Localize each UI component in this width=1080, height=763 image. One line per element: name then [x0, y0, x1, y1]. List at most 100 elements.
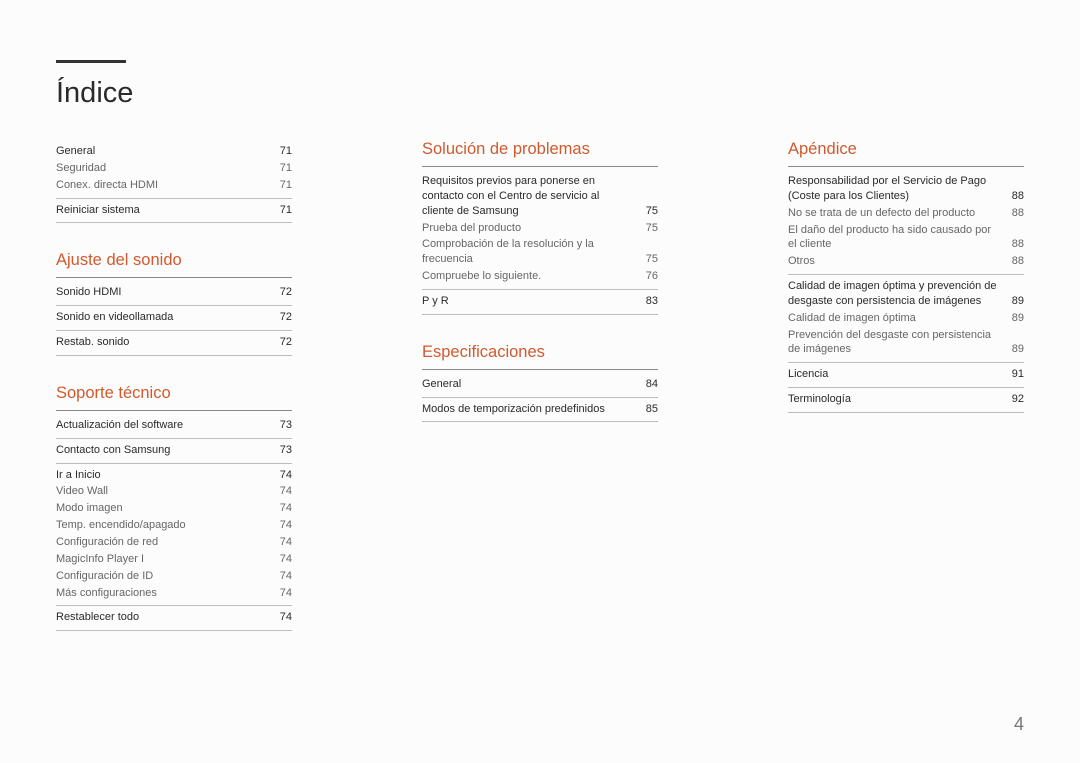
page-content: Índice General71Seguridad71Conex. direct…: [0, 0, 1080, 661]
toc-entry-page: 74: [274, 569, 292, 584]
toc-entry-page: 89: [1006, 342, 1024, 357]
toc-entry-page: 71: [274, 178, 292, 193]
toc-entry[interactable]: Temp. encendido/apagado74: [56, 516, 292, 533]
toc-entry[interactable]: Contacto con Samsung 73: [56, 439, 292, 464]
toc-entry-label: Actualización del software: [56, 418, 266, 433]
toc-entry[interactable]: Compruebe lo siguiente.76: [422, 267, 658, 290]
toc-entry[interactable]: Seguridad71: [56, 159, 292, 176]
toc-entry-label: Modos de temporización predefinidos: [422, 402, 632, 417]
toc-entry[interactable]: Reiniciar sistema71: [56, 199, 292, 224]
toc-column: Solución de problemas Requisitos previos …: [422, 140, 658, 631]
toc-section-heading[interactable]: Ajuste del sonido: [56, 251, 292, 278]
toc-entry-page: 88: [1006, 254, 1024, 269]
toc-entry[interactable]: Licencia91: [788, 363, 1024, 388]
toc-entry[interactable]: Sonido HDMI 72: [56, 281, 292, 306]
toc-entry-page: 83: [640, 294, 658, 309]
toc-entry-page: 74: [274, 518, 292, 533]
toc-entry[interactable]: Prevención del desgaste con persistencia…: [788, 326, 1024, 364]
toc-entry-label: Conex. directa HDMI: [56, 178, 266, 193]
toc-entry[interactable]: P y R 83: [422, 290, 658, 315]
toc-entry[interactable]: General 84: [422, 373, 658, 398]
toc-entry-label: Prevención del desgaste con persistencia…: [788, 328, 998, 358]
page-number: 4: [1014, 714, 1024, 735]
toc-section-heading[interactable]: Soporte técnico: [56, 384, 292, 411]
toc-entry[interactable]: Más configuraciones 74: [56, 584, 292, 607]
toc-entry-label: MagicInfo Player I: [56, 552, 266, 567]
toc-entry-page: 76: [640, 269, 658, 284]
toc-entry-label: Calidad de imagen óptima: [788, 311, 998, 326]
toc-entry[interactable]: Actualización del software 73: [56, 414, 292, 439]
toc-columns: General71Seguridad71Conex. directa HDMI7…: [56, 140, 1024, 631]
toc-entry-page: 74: [274, 552, 292, 567]
toc-entry[interactable]: Prueba del producto75: [422, 219, 658, 236]
toc-entry-page: 74: [274, 586, 292, 601]
toc-entry-label: Video Wall: [56, 484, 266, 499]
toc-entry-label: Ir a Inicio: [56, 468, 266, 483]
toc-entry-label: General: [422, 377, 632, 392]
toc-entry-label: El daño del producto ha sido causado por…: [788, 223, 998, 253]
toc-entry-label: Modo imagen: [56, 501, 266, 516]
toc-entry-page: 92: [1006, 392, 1024, 407]
toc-entry[interactable]: Modos de temporización predefinidos85: [422, 398, 658, 423]
toc-entry-page: 75: [640, 204, 658, 219]
toc-entry-label: Más configuraciones: [56, 586, 266, 601]
toc-entry-page: 89: [1006, 294, 1024, 309]
toc-entry[interactable]: Conex. directa HDMI 71: [56, 176, 292, 199]
toc-entry-label: Restab. sonido: [56, 335, 266, 350]
toc-entry[interactable]: No se trata de un defecto del producto88: [788, 204, 1024, 221]
toc-entry[interactable]: Video Wall 74: [56, 482, 292, 499]
toc-entry-page: 74: [274, 468, 292, 483]
toc-entry[interactable]: General 71: [56, 140, 292, 159]
toc-entry-page: 74: [274, 484, 292, 499]
toc-entry-label: Comprobación de la resolución y la frecu…: [422, 237, 632, 267]
toc-entry[interactable]: El daño del producto ha sido causado por…: [788, 221, 1024, 253]
toc-entry[interactable]: Ir a Inicio 74: [56, 464, 292, 483]
title-rule: [56, 60, 126, 63]
toc-entry[interactable]: Sonido en videollamada72: [56, 306, 292, 331]
toc-entry-label: General: [56, 144, 266, 159]
toc-entry-page: 75: [640, 252, 658, 267]
toc-entry[interactable]: Restab. sonido 72: [56, 331, 292, 356]
toc-column: Apéndice Responsabilidad por el Servicio …: [788, 140, 1024, 631]
toc-entry-page: 88: [1006, 237, 1024, 252]
toc-entry-page: 72: [274, 285, 292, 300]
toc-entry[interactable]: Modo imagen 74: [56, 499, 292, 516]
toc-entry[interactable]: Calidad de imagen óptima 89: [788, 309, 1024, 326]
toc-column: General71Seguridad71Conex. directa HDMI7…: [56, 140, 292, 631]
toc-entry-label: No se trata de un defecto del producto: [788, 206, 998, 221]
toc-entry-label: Requisitos previos para ponerse en conta…: [422, 174, 632, 219]
toc-entry-label: Configuración de red: [56, 535, 266, 550]
toc-entry-label: Sonido HDMI: [56, 285, 266, 300]
toc-entry[interactable]: Comprobación de la resolución y la frecu…: [422, 235, 658, 267]
toc-entry-page: 91: [1006, 367, 1024, 382]
toc-entry-label: Contacto con Samsung: [56, 443, 266, 458]
toc-entry[interactable]: Responsabilidad por el Servicio de Pago …: [788, 170, 1024, 204]
toc-section-heading[interactable]: Solución de problemas: [422, 140, 658, 167]
toc-entry[interactable]: Calidad de imagen óptima y prevención de…: [788, 275, 1024, 309]
toc-entry[interactable]: Configuración de red74: [56, 533, 292, 550]
toc-entry[interactable]: Configuración de ID 74: [56, 567, 292, 584]
toc-entry-page: 75: [640, 221, 658, 236]
toc-entry-label: Seguridad: [56, 161, 266, 176]
toc-entry[interactable]: MagicInfo Player I 74: [56, 550, 292, 567]
toc-entry-page: 71: [274, 144, 292, 159]
toc-entry[interactable]: Restablecer todo74: [56, 606, 292, 631]
toc-entry-label: Configuración de ID: [56, 569, 266, 584]
toc-section-heading[interactable]: Apéndice: [788, 140, 1024, 167]
toc-entry[interactable]: Terminología 92: [788, 388, 1024, 413]
toc-entry-page: 89: [1006, 311, 1024, 326]
toc-entry-page: 73: [274, 443, 292, 458]
toc-entry[interactable]: Requisitos previos para ponerse en conta…: [422, 170, 658, 219]
toc-entry-page: 71: [274, 203, 292, 218]
toc-entry-label: Responsabilidad por el Servicio de Pago …: [788, 174, 998, 204]
toc-section-heading[interactable]: Especificaciones: [422, 343, 658, 370]
toc-entry-page: 74: [274, 501, 292, 516]
toc-entry-label: Terminología: [788, 392, 998, 407]
toc-entry-label: P y R: [422, 294, 632, 309]
toc-entry-page: 84: [640, 377, 658, 392]
toc-entry-page: 88: [1006, 189, 1024, 204]
toc-entry[interactable]: Otros88: [788, 252, 1024, 275]
page-title: Índice: [56, 77, 1024, 110]
toc-entry-page: 73: [274, 418, 292, 433]
toc-entry-page: 72: [274, 335, 292, 350]
